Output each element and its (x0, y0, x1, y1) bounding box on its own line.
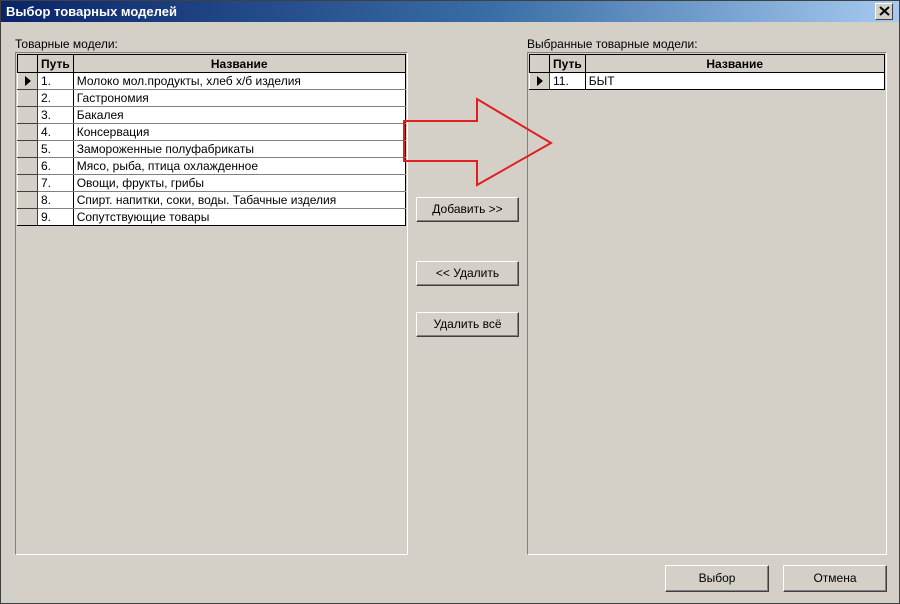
current-row-arrow-icon (537, 76, 543, 86)
annotation-arrow-icon (403, 97, 553, 187)
row-indicator[interactable] (17, 208, 38, 226)
indicator-header (17, 54, 38, 73)
cell-name[interactable]: Мясо, рыба, птица охлажденное (72, 157, 406, 175)
right-panel-label: Выбранные товарные модели: (527, 37, 698, 51)
table-row[interactable]: 1. Молоко мол.продукты, хлеб х/б изделия (17, 72, 406, 90)
column-header-path[interactable]: Путь (549, 54, 586, 73)
row-indicator[interactable] (17, 140, 38, 158)
cell-path[interactable]: 7. (37, 174, 74, 192)
table-row[interactable]: 4. Консервация (17, 123, 406, 141)
indicator-header (529, 54, 550, 73)
cell-path[interactable]: 9. (37, 208, 74, 226)
cancel-button[interactable]: Отмена (783, 565, 887, 592)
table-header: Путь Название (529, 54, 885, 73)
table-row[interactable]: 9. Сопутствующие товары (17, 208, 406, 226)
select-button[interactable]: Выбор (665, 565, 769, 592)
select-button-label: Выбор (698, 571, 736, 585)
row-indicator[interactable] (17, 123, 38, 141)
remove-all-button[interactable]: Удалить всё (416, 312, 519, 337)
current-row-arrow-icon (25, 76, 31, 86)
column-header-name[interactable]: Название (584, 54, 885, 73)
cell-path[interactable]: 1. (37, 72, 74, 90)
table-header: Путь Название (17, 54, 406, 73)
cell-path[interactable]: 8. (37, 191, 74, 209)
cell-name[interactable]: Овощи, фрукты, грибы (72, 174, 406, 192)
cancel-button-label: Отмена (813, 571, 857, 585)
left-panel-label: Товарные модели: (15, 37, 118, 51)
row-indicator[interactable] (17, 72, 38, 90)
table-row[interactable]: 8. Спирт. напитки, соки, воды. Табачные и… (17, 191, 406, 209)
cell-name[interactable]: Спирт. напитки, соки, воды. Табачные изд… (72, 191, 406, 209)
cell-path[interactable]: 4. (37, 123, 74, 141)
cell-path[interactable]: 2. (37, 89, 74, 107)
cell-path[interactable]: 6. (37, 157, 74, 175)
available-models-table: Путь Название 1. Молоко мол.продукты, хле… (17, 54, 406, 226)
row-indicator[interactable] (17, 106, 38, 124)
remove-all-button-label: Удалить всё (433, 317, 502, 331)
dialog-window: Выбор товарных моделей Товарные модели: … (0, 0, 900, 604)
cell-name[interactable]: Бакалея (72, 106, 406, 124)
selected-models-table: Путь Название 11. БЫТ (529, 54, 885, 90)
cell-name[interactable]: БЫТ (584, 72, 885, 90)
cell-path[interactable]: 3. (37, 106, 74, 124)
window-title: Выбор товарных моделей (6, 4, 177, 19)
selected-models-grid[interactable]: Путь Название 11. БЫТ (527, 52, 887, 555)
row-indicator[interactable] (17, 174, 38, 192)
row-indicator[interactable] (17, 89, 38, 107)
column-header-name[interactable]: Название (72, 54, 406, 73)
add-button[interactable]: Добавить >> (416, 197, 519, 222)
cell-name[interactable]: Замороженные полуфабрикаты (72, 140, 406, 158)
row-indicator[interactable] (17, 157, 38, 175)
table-row[interactable]: 3. Бакалея (17, 106, 406, 124)
cell-name[interactable]: Консервация (72, 123, 406, 141)
row-indicator[interactable] (529, 72, 550, 90)
table-row[interactable]: 2. Гастрономия (17, 89, 406, 107)
table-row[interactable]: 11. БЫТ (529, 72, 885, 90)
close-icon (879, 6, 890, 16)
cell-name[interactable]: Молоко мол.продукты, хлеб х/б изделия (72, 72, 406, 90)
cell-name[interactable]: Гастрономия (72, 89, 406, 107)
add-button-label: Добавить >> (432, 202, 503, 216)
remove-button[interactable]: << Удалить (416, 261, 519, 286)
cell-name[interactable]: Сопутствующие товары (72, 208, 406, 226)
column-header-path[interactable]: Путь (37, 54, 74, 73)
close-button[interactable] (875, 3, 893, 20)
title-bar[interactable]: Выбор товарных моделей (1, 1, 899, 22)
table-row[interactable]: 6. Мясо, рыба, птица охлажденное (17, 157, 406, 175)
table-row[interactable]: 7. Овощи, фрукты, грибы (17, 174, 406, 192)
cell-path[interactable]: 11. (549, 72, 586, 90)
table-row[interactable]: 5. Замороженные полуфабрикаты (17, 140, 406, 158)
cell-path[interactable]: 5. (37, 140, 74, 158)
available-models-grid[interactable]: Путь Название 1. Молоко мол.продукты, хле… (15, 52, 408, 555)
row-indicator[interactable] (17, 191, 38, 209)
remove-button-label: << Удалить (435, 266, 500, 280)
